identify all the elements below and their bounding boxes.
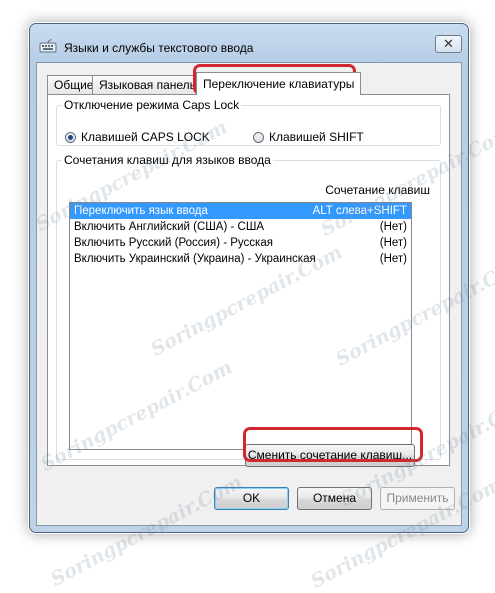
hotkey-list[interactable]: Переключить язык ввода ALT слева+SHIFT В… bbox=[69, 202, 412, 450]
radio-shift-label: Клавишей SHIFT bbox=[269, 130, 364, 144]
radio-unselected-icon bbox=[253, 131, 264, 143]
radio-caps-lock-label: Клавишей CAPS LOCK bbox=[81, 130, 210, 144]
caps-lock-group: Отключение режима Caps Lock Клавишей CAP… bbox=[56, 98, 441, 146]
window-title: Языки и службы текстового ввода bbox=[64, 41, 254, 55]
keyboard-icon bbox=[39, 38, 57, 53]
list-item-name: Переключить язык ввода bbox=[74, 205, 208, 217]
list-item[interactable]: Включить Английский (США) - США (Нет) bbox=[70, 219, 411, 235]
list-item-name: Включить Украинский (Украина) - Украинск… bbox=[74, 253, 316, 265]
cancel-button[interactable]: Отмена bbox=[297, 487, 372, 510]
radio-shift-key[interactable]: Клавишей SHIFT bbox=[253, 130, 364, 144]
radio-selected-icon bbox=[65, 131, 76, 143]
list-item-hotkey: (Нет) bbox=[379, 221, 407, 233]
close-button[interactable]: ✕ bbox=[435, 35, 462, 53]
caps-lock-legend: Отключение режима Caps Lock bbox=[64, 98, 240, 112]
list-item-hotkey: (Нет) bbox=[379, 237, 407, 249]
hotkeys-group: Сочетания клавиш для языков ввода Сочета… bbox=[56, 153, 441, 467]
tab-panel: Отключение режима Caps Lock Клавишей CAP… bbox=[47, 94, 450, 467]
list-item[interactable]: Переключить язык ввода ALT слева+SHIFT bbox=[70, 203, 411, 219]
button-highlight-outline bbox=[243, 427, 423, 462]
ok-button[interactable]: OK bbox=[214, 487, 289, 510]
apply-button[interactable]: Применить bbox=[380, 487, 455, 510]
list-item[interactable]: Включить Украинский (Украина) - Украинск… bbox=[70, 251, 411, 267]
hotkey-column-header: Сочетание клавиш bbox=[325, 183, 430, 197]
close-icon: ✕ bbox=[443, 36, 454, 51]
list-item-name: Включить Русский (Россия) - Русская bbox=[74, 237, 273, 249]
list-item-name: Включить Английский (США) - США bbox=[74, 221, 265, 233]
list-item-hotkey: ALT слева+SHIFT bbox=[312, 205, 407, 217]
tab-language-bar[interactable]: Языковая панель bbox=[92, 75, 203, 94]
hotkeys-legend: Сочетания клавиш для языков ввода bbox=[64, 153, 271, 167]
tab-keyboard-switching[interactable]: Переключение клавиатуры bbox=[196, 72, 362, 95]
list-item-hotkey: (Нет) bbox=[379, 253, 407, 265]
radio-caps-lock-key[interactable]: Клавишей CAPS LOCK bbox=[65, 130, 210, 144]
list-item[interactable]: Включить Русский (Россия) - Русская (Нет… bbox=[70, 235, 411, 251]
